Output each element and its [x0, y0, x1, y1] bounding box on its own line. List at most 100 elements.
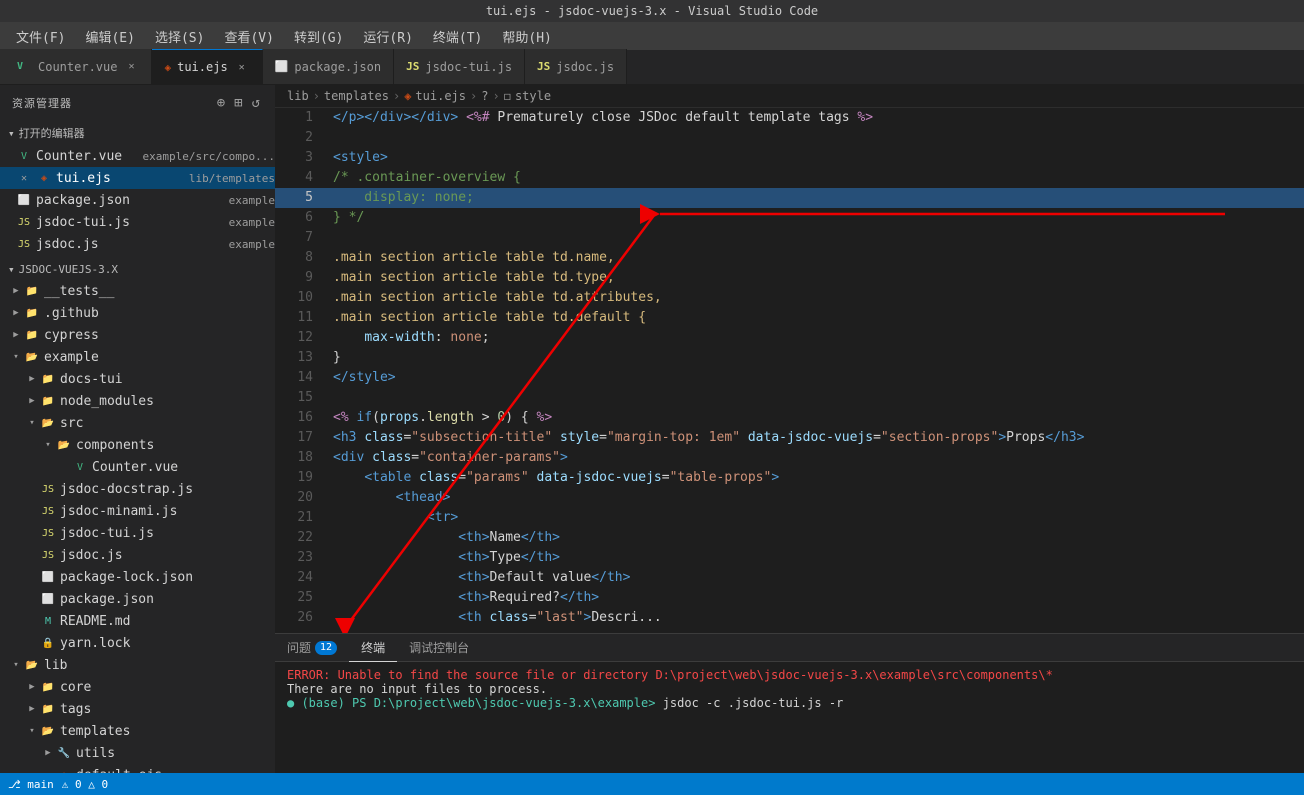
tree-tags[interactable]: ▶ 📁 tags: [0, 698, 275, 720]
menu-file[interactable]: 文件(F): [8, 25, 73, 48]
tree-utils[interactable]: ▶ 🔧 utils: [0, 742, 275, 764]
tree-package-lock[interactable]: ⬜ package-lock.json: [0, 566, 275, 588]
line-content-10: .main section article table td.attribute…: [325, 288, 1304, 308]
tab-jsdoc-tui-js[interactable]: JS jsdoc-tui.js: [394, 49, 525, 84]
open-editors-section[interactable]: ▾ 打开的编辑器: [0, 121, 275, 145]
menu-view[interactable]: 查看(V): [216, 25, 281, 48]
line-num-26: 26: [275, 608, 325, 628]
open-editor-package-json[interactable]: ⬜ package.json example: [0, 189, 275, 211]
tree-src[interactable]: ▾ 📂 src: [0, 412, 275, 434]
tree-components[interactable]: ▾ 📂 components: [0, 434, 275, 456]
line-num-3: 3: [275, 148, 325, 168]
tab-counter-vue-close[interactable]: ✕: [123, 59, 139, 75]
tree-readme[interactable]: M README.md: [0, 610, 275, 632]
code-line-15: 15: [275, 388, 1304, 408]
line-content-26: <th class="last">Descri...: [325, 608, 1304, 628]
open-editor-package-json-label: package.json: [36, 193, 223, 208]
sidebar-content: ▾ 打开的编辑器 V Counter.vue example/src/compo…: [0, 121, 275, 773]
code-line-18: 18 <div class="container-params">: [275, 448, 1304, 468]
tab-jsdoc-tui-js-label: jsdoc-tui.js: [425, 60, 512, 74]
tree-node-modules[interactable]: ▶ 📁 node_modules: [0, 390, 275, 412]
menu-goto[interactable]: 转到(G): [286, 25, 351, 48]
menu-terminal[interactable]: 终端(T): [425, 25, 490, 48]
tree-jsdoc-docstrap[interactable]: JS jsdoc-docstrap.js: [0, 478, 275, 500]
tags-folder-icon: 📁: [40, 704, 56, 715]
package-lock-icon: ⬜: [40, 572, 56, 583]
breadcrumb-tui-ejs[interactable]: tui.ejs: [415, 89, 466, 103]
new-file-icon[interactable]: ⊕: [215, 93, 228, 113]
sidebar-title: 资源管理器: [12, 95, 72, 111]
breadcrumb-lib[interactable]: lib: [287, 89, 309, 103]
line-num-8: 8: [275, 248, 325, 268]
js-file-icon-2: JS: [16, 239, 32, 250]
breadcrumb-question[interactable]: ?: [481, 89, 488, 103]
menu-edit[interactable]: 编辑(E): [77, 25, 142, 48]
tree-github[interactable]: ▶ 📁 .github: [0, 302, 275, 324]
tree-jsdoc-minami[interactable]: JS jsdoc-minami.js: [0, 500, 275, 522]
cypress-label: cypress: [44, 328, 275, 343]
tree-default-ejs[interactable]: ◈ default.ejs: [0, 764, 275, 773]
code-editor[interactable]: 1 </p></div></div> <%# Prematurely close…: [275, 108, 1304, 633]
open-editors-label: 打开的编辑器: [19, 125, 85, 141]
tree-core[interactable]: ▶ 📁 core: [0, 676, 275, 698]
tab-tui-ejs[interactable]: ◈ tui.ejs ✕: [152, 49, 262, 84]
open-editor-jsdoc-js-meta: example: [229, 238, 275, 251]
line-num-17: 17: [275, 428, 325, 448]
code-line-13: 13 }: [275, 348, 1304, 368]
tab-counter-vue[interactable]: V Counter.vue ✕: [0, 49, 152, 84]
project-section[interactable]: ▾ JSDOC-VUEJS-3.X: [0, 259, 275, 280]
menu-select[interactable]: 选择(S): [147, 25, 212, 48]
open-editor-tui-ejs-meta: lib/templates: [189, 172, 275, 185]
counter-vue-label: Counter.vue: [92, 460, 275, 475]
tree-cypress[interactable]: ▶ 📁 cypress: [0, 324, 275, 346]
tree-package-json[interactable]: ⬜ package.json: [0, 588, 275, 610]
line-content-14: </style>: [325, 368, 1304, 388]
line-num-23: 23: [275, 548, 325, 568]
open-editor-jsdoc-js[interactable]: JS jsdoc.js example: [0, 233, 275, 255]
tree-counter-vue[interactable]: V Counter.vue: [0, 456, 275, 478]
panel-tab-problems[interactable]: 问题 12: [275, 634, 349, 662]
utils-arrow: ▶: [40, 748, 56, 758]
title-text: tui.ejs - jsdoc-vuejs-3.x - Visual Studi…: [486, 4, 818, 18]
code-line-16: 16 <% if(props.length > 0) { %>: [275, 408, 1304, 428]
tree-example[interactable]: ▾ 📂 example: [0, 346, 275, 368]
code-line-12: 12 max-width: none;: [275, 328, 1304, 348]
panel-tab-terminal[interactable]: 终端: [349, 634, 397, 662]
panel-tab-debug-console[interactable]: 调试控制台: [397, 634, 481, 662]
refresh-icon[interactable]: ↺: [250, 93, 263, 113]
line-content-25: <th>Required?</th>: [325, 588, 1304, 608]
github-label: .github: [44, 306, 275, 321]
docs-tui-folder-icon: 📁: [40, 374, 56, 385]
status-errors: ⚠ 0 △ 0: [62, 778, 108, 791]
open-editor-tui-ejs[interactable]: ✕ ◈ tui.ejs lib/templates: [0, 167, 275, 189]
line-num-7: 7: [275, 228, 325, 248]
code-table: 1 </p></div></div> <%# Prematurely close…: [275, 108, 1304, 628]
tree-yarn-lock[interactable]: 🔒 yarn.lock: [0, 632, 275, 654]
code-editor-wrapper: 1 </p></div></div> <%# Prematurely close…: [275, 108, 1304, 633]
jsdoc-minami-label: jsdoc-minami.js: [60, 504, 275, 519]
node-modules-arrow: ▶: [24, 396, 40, 406]
terminal-content: ERROR: Unable to find the source file or…: [275, 662, 1304, 773]
line-content-16: <% if(props.length > 0) { %>: [325, 408, 1304, 428]
tree-docs-tui[interactable]: ▶ 📁 docs-tui: [0, 368, 275, 390]
tree-lib[interactable]: ▾ 📂 lib: [0, 654, 275, 676]
breadcrumb-style[interactable]: style: [515, 89, 551, 103]
tab-package-json[interactable]: ⬜ package.json: [263, 49, 394, 84]
tree-jsdoc-js[interactable]: JS jsdoc.js: [0, 544, 275, 566]
menu-run[interactable]: 运行(R): [355, 25, 420, 48]
new-folder-icon[interactable]: ⊞: [232, 93, 245, 113]
tree-jsdoc-tui[interactable]: JS jsdoc-tui.js: [0, 522, 275, 544]
open-editor-jsdoc-tui-js[interactable]: JS jsdoc-tui.js example: [0, 211, 275, 233]
breadcrumb-templates[interactable]: templates: [324, 89, 389, 103]
line-num-9: 9: [275, 268, 325, 288]
docs-tui-arrow: ▶: [24, 374, 40, 384]
line-num-14: 14: [275, 368, 325, 388]
tree-templates[interactable]: ▾ 📂 templates: [0, 720, 275, 742]
menu-bar: 文件(F) 编辑(E) 选择(S) 查看(V) 转到(G) 运行(R) 终端(T…: [0, 22, 1304, 50]
close-tui-ejs-icon[interactable]: ✕: [16, 170, 32, 186]
tree-tests[interactable]: ▶ 📁 __tests__: [0, 280, 275, 302]
open-editor-counter-vue[interactable]: V Counter.vue example/src/compo...: [0, 145, 275, 167]
menu-help[interactable]: 帮助(H): [494, 25, 559, 48]
tab-jsdoc-js[interactable]: JS jsdoc.js: [525, 49, 627, 84]
tab-tui-ejs-close[interactable]: ✕: [234, 59, 250, 75]
